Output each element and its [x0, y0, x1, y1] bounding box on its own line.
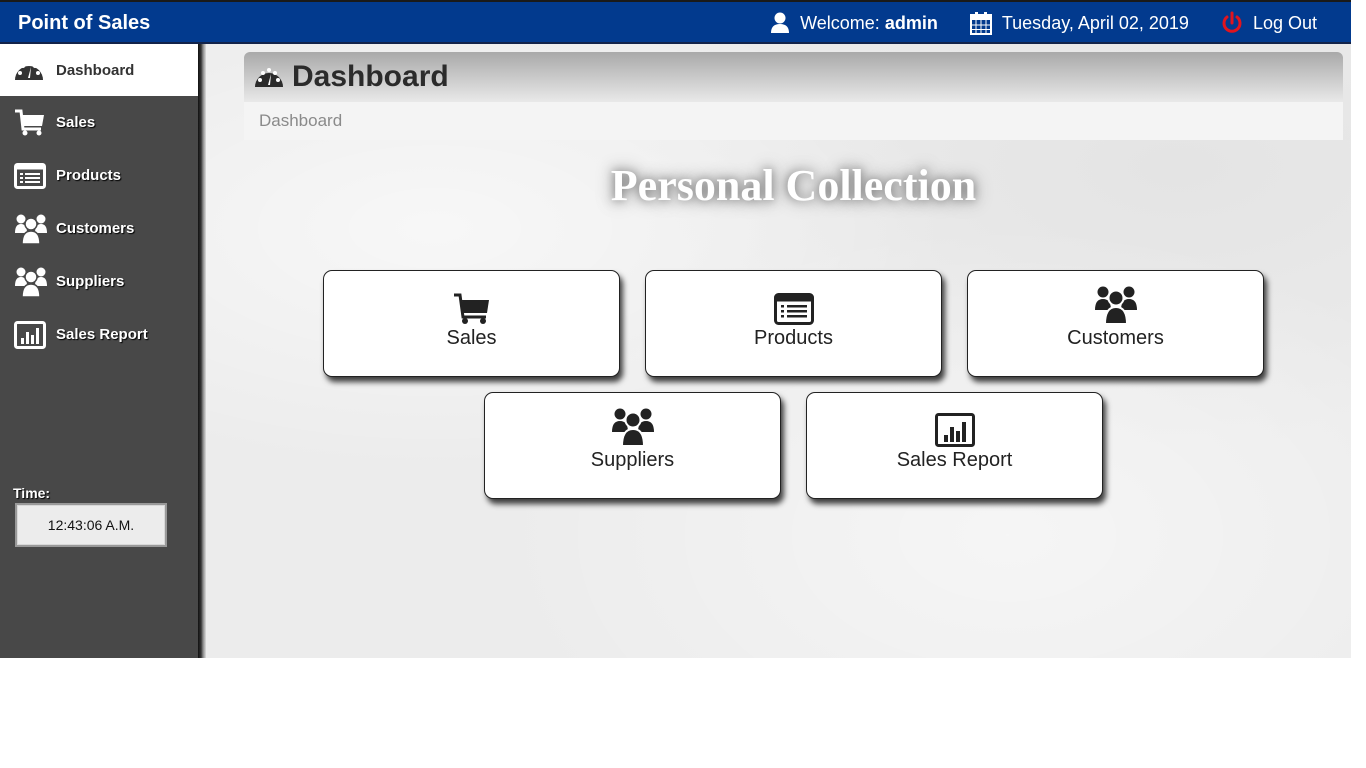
welcome-user: Welcome: admin [770, 12, 938, 34]
sidebar-item-label: Sales [56, 114, 96, 131]
sidebar-item-dashboard[interactable]: Dashboard [0, 44, 198, 96]
date-text: Tuesday, April 02, 2019 [1001, 12, 1189, 33]
sidebar-item-products[interactable]: Products [0, 149, 198, 202]
logout-label: Log Out [1252, 12, 1317, 33]
sidebar-item-sales[interactable]: Sales [0, 96, 198, 149]
page-title: Dashboard [292, 60, 449, 93]
sidebar-item-customers[interactable]: Customers [0, 202, 198, 255]
logout-button[interactable]: Log Out [1221, 11, 1317, 35]
tile-label: Products [754, 327, 833, 349]
page-header: Dashboard Dashboard [244, 52, 1343, 140]
sidebar-item-label: Suppliers [56, 273, 125, 290]
tile-label: Suppliers [590, 449, 675, 471]
sidebar: Dashboard Sales Products Customers Suppl… [0, 44, 198, 658]
current-date: Tuesday, April 02, 2019 [969, 11, 1189, 35]
sidebar-item-label: Products [56, 167, 122, 184]
breadcrumb: Dashboard [244, 102, 1343, 140]
tile-label: Sales Report [896, 449, 1013, 471]
shopping-cart-icon [453, 289, 491, 325]
time-label: Time: [13, 485, 51, 501]
dashboard-gauge-icon [14, 53, 48, 87]
sidebar-item-suppliers[interactable]: Suppliers [0, 255, 198, 308]
page-title-bar: Dashboard [244, 52, 1343, 102]
sidebar-item-label: Customers [56, 220, 135, 237]
sidebar-item-sales-report[interactable]: Sales Report [0, 308, 198, 361]
sidebar-item-label: Sales Report [56, 326, 148, 343]
tile-suppliers[interactable]: Suppliers [484, 392, 781, 499]
clock-display: 12:43:06 A.M. [15, 503, 167, 547]
users-icon [14, 265, 48, 299]
breadcrumb-item[interactable]: Dashboard [259, 111, 342, 131]
power-icon [1222, 11, 1242, 33]
users-icon [14, 212, 48, 246]
username: admin [884, 12, 938, 33]
sidebar-divider [198, 44, 206, 658]
calendar-icon [969, 12, 992, 35]
dashboard-gauge-icon [255, 68, 283, 87]
collection-title: Personal Collection [610, 161, 977, 210]
tile-products[interactable]: Products [645, 270, 942, 377]
tile-sales[interactable]: Sales [323, 270, 620, 377]
users-icon [1094, 286, 1138, 325]
tile-sales-report[interactable]: Sales Report [806, 392, 1103, 499]
welcome-label: Welcome: [800, 12, 880, 33]
top-navbar: Point of Sales Welcome: admin Tuesday, A… [0, 0, 1351, 44]
tile-label: Sales [446, 327, 497, 349]
list-icon [14, 159, 48, 193]
main-content: Dashboard Dashboard Personal Collection … [206, 44, 1351, 658]
tile-customers[interactable]: Customers [967, 270, 1264, 377]
list-icon [773, 289, 814, 325]
user-icon [771, 12, 790, 33]
sidebar-item-label: Dashboard [56, 61, 135, 79]
shopping-cart-icon [14, 106, 48, 140]
bar-chart-icon [934, 411, 975, 447]
top-right-group: Welcome: admin Tuesday, April 02, 2019 L [738, 11, 1317, 35]
tile-label: Customers [1067, 327, 1164, 349]
bar-chart-icon [14, 318, 48, 352]
users-icon [611, 408, 655, 447]
app-brand[interactable]: Point of Sales [18, 12, 150, 35]
